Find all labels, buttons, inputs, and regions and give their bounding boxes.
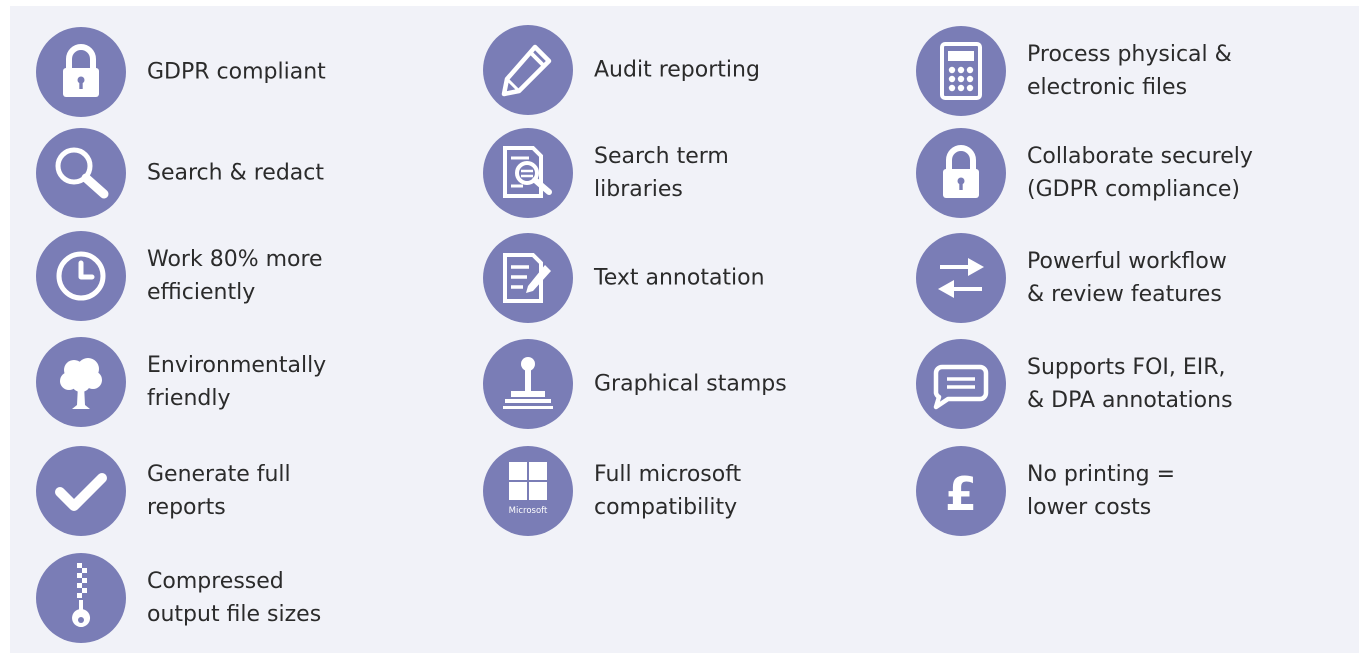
arrows-exchange-icon: [916, 233, 1006, 323]
feature-label: Search term libraries: [594, 144, 729, 202]
feature-label: Text annotation: [594, 265, 765, 291]
tree-icon: [36, 337, 126, 427]
pound-sign-icon: £: [916, 446, 1006, 536]
feature-compressed-output: Compressed output file sizes: [36, 553, 456, 643]
lock-icon: [36, 27, 126, 117]
feature-label: Environmentally friendly: [147, 353, 327, 411]
feature-label: Generate full reports: [147, 462, 291, 520]
feature-label: Work 80% more efficiently: [147, 247, 323, 305]
feature-gdpr-compliant: GDPR compliant: [36, 27, 456, 117]
microsoft-logo-icon: Microsoft: [483, 446, 573, 536]
feature-search-term-libraries: Search term libraries: [483, 128, 903, 218]
feature-collaborate-securely: Collaborate securely (GDPR compliance): [916, 128, 1336, 218]
feature-supports-annotations: Supports FOI, EIR, & DPA annotations: [916, 339, 1336, 429]
feature-label: Compressed output file sizes: [147, 569, 322, 627]
clock-icon: [36, 231, 126, 321]
speech-bubble-icon: [916, 339, 1006, 429]
feature-label: Powerful workflow & review features: [1027, 249, 1227, 307]
feature-work-efficiently: Work 80% more efficiently: [36, 231, 456, 321]
checkmark-icon: [36, 446, 126, 536]
feature-label: Full microsoft compatibility: [594, 462, 742, 520]
feature-label: GDPR compliant: [147, 59, 326, 85]
magnifier-icon: [36, 128, 126, 218]
feature-workflow-review: Powerful workflow & review features: [916, 233, 1336, 323]
stamp-icon: [483, 339, 573, 429]
lock-icon: [916, 128, 1006, 218]
feature-process-files: Process physical & electronic files: [916, 26, 1336, 116]
feature-graphical-stamps: Graphical stamps: [483, 339, 903, 429]
calculator-icon: [916, 26, 1006, 116]
feature-environmentally-friendly: Environmentally friendly: [36, 337, 456, 427]
feature-label: Audit reporting: [594, 57, 760, 83]
feature-search-redact: Search & redact: [36, 128, 456, 218]
feature-generate-reports: Generate full reports: [36, 446, 456, 536]
feature-label: Supports FOI, EIR, & DPA annotations: [1027, 355, 1233, 413]
feature-label: No printing = lower costs: [1027, 462, 1176, 520]
document-search-icon: [483, 128, 573, 218]
svg-text:£: £: [945, 467, 977, 521]
features-panel: GDPR compliant Search & redact Work 80% …: [10, 6, 1359, 653]
pencil-icon: [483, 25, 573, 115]
feature-no-printing: £ No printing = lower costs: [916, 446, 1336, 536]
feature-text-annotation: Text annotation: [483, 233, 903, 323]
zipper-icon: [36, 553, 126, 643]
feature-label: Collaborate securely (GDPR compliance): [1027, 144, 1253, 202]
feature-label: Search & redact: [147, 160, 324, 186]
document-edit-icon: [483, 233, 573, 323]
feature-label: Graphical stamps: [594, 371, 787, 397]
microsoft-logo-text: Microsoft: [509, 506, 548, 516]
feature-microsoft-compatibility: Microsoft Full microsoft compatibility: [483, 446, 903, 536]
feature-label: Process physical & electronic files: [1027, 42, 1232, 100]
feature-audit-reporting: Audit reporting: [483, 25, 903, 115]
